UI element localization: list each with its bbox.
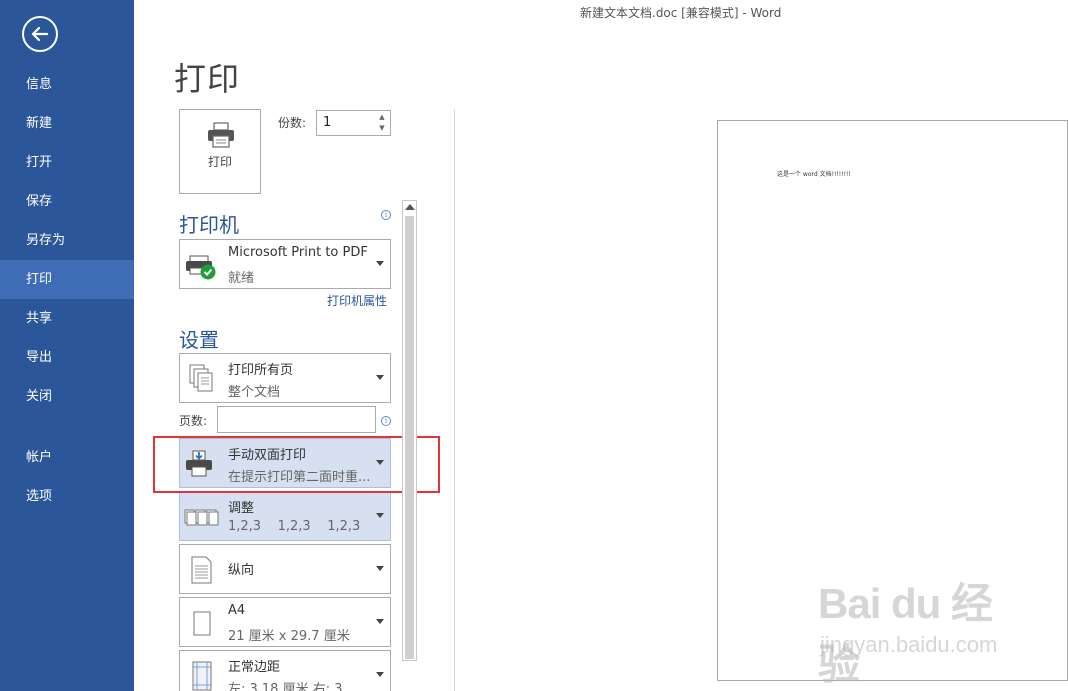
info-icon[interactable]: i [381,416,391,426]
spin-down-icon[interactable]: ▼ [376,123,388,134]
print-button-label: 打印 [207,155,232,169]
spin-up-icon[interactable]: ▲ [376,112,388,123]
nav-info[interactable]: 信息 [0,65,134,104]
paper-size-icon [193,611,211,636]
paper-size-select[interactable]: A4 21 厘米 x 29.7 厘米 [179,597,391,647]
nav-share[interactable]: 共享 [0,299,134,338]
printer-properties-link[interactable]: 打印机属性 [327,292,387,309]
pages-icon [189,364,213,392]
window-title: 新建文本文档.doc [兼容模式] - Word [580,6,782,20]
printer-ready-icon [186,255,216,280]
annotation-highlight-box [153,436,440,493]
nav-save-as[interactable]: 另存为 [0,221,134,260]
backstage-sidebar: 信息 新建 打开 保存 另存为 打印 共享 导出 关闭 帐户 选项 [0,0,134,691]
printer-select[interactable]: Microsoft Print to PDF 就绪 [179,239,391,289]
nav-export[interactable]: 导出 [0,338,134,377]
pages-input[interactable] [217,406,376,433]
collate-select[interactable]: 调整 1,2,3 1,2,3 1,2,3 [179,491,391,541]
copies-spinner[interactable]: 1 ▲ ▼ [316,110,391,136]
paper-size-subtitle: 21 厘米 x 29.7 厘米 [228,629,350,644]
collate-icon [184,509,219,526]
back-arrow-icon[interactable] [22,16,58,52]
nav-close[interactable]: 关闭 [0,377,134,416]
page-title: 打印 [174,60,241,98]
pane-divider [454,109,455,691]
paper-size-title: A4 [228,603,246,618]
scrollbar-thumb[interactable] [405,216,414,659]
copies-label: 份数: [278,116,307,130]
printer-status: 就绪 [228,271,255,286]
print-range-select[interactable]: 打印所有页 整个文档 [179,353,391,403]
orientation-title: 纵向 [228,563,255,578]
copies-value: 1 [323,115,332,130]
nav-print[interactable]: 打印 [0,260,134,299]
chevron-down-icon [376,672,384,677]
baidu-watermark: Bai du 经验 jingyan.baidu.com [818,570,1018,688]
printer-icon [208,122,234,148]
nav-account[interactable]: 帐户 [0,438,134,477]
margins-title: 正常边距 [228,660,281,675]
portrait-icon [191,556,212,584]
chevron-down-icon [376,261,384,266]
watermark-main: Bai du 经验 [818,580,993,688]
print-range-title: 打印所有页 [228,363,294,378]
collate-subtitle: 1,2,3 1,2,3 1,2,3 [228,519,361,534]
nav-save[interactable]: 保存 [0,182,134,221]
nav-new[interactable]: 新建 [0,104,134,143]
margins-select[interactable]: 正常边距 左: 3.18 厘米 右: 3... [179,650,391,691]
collate-title: 调整 [228,501,255,516]
orientation-select[interactable]: 纵向 [179,544,391,594]
settings-scrollbar[interactable] [402,200,417,661]
info-icon[interactable]: i [381,210,391,220]
nav-options[interactable]: 选项 [0,477,134,516]
print-range-subtitle: 整个文档 [228,385,281,400]
settings-heading: 设置 [179,328,219,352]
preview-document-text: 这是一个 word 文档!!!!!!!! [777,171,851,178]
pages-label: 页数: [179,414,208,428]
chevron-down-icon [376,566,384,571]
watermark-sub: jingyan.baidu.com [820,632,998,657]
chevron-down-icon [376,619,384,624]
chevron-down-icon [376,513,384,518]
printer-name: Microsoft Print to PDF [228,245,368,260]
print-button[interactable]: 打印 [179,109,261,194]
nav-open[interactable]: 打开 [0,143,134,182]
printer-heading: 打印机 [179,213,239,237]
margins-icon [192,661,212,691]
chevron-down-icon [376,375,384,380]
scroll-up-icon[interactable] [405,204,415,210]
margins-subtitle: 左: 3.18 厘米 右: 3... [228,682,355,691]
